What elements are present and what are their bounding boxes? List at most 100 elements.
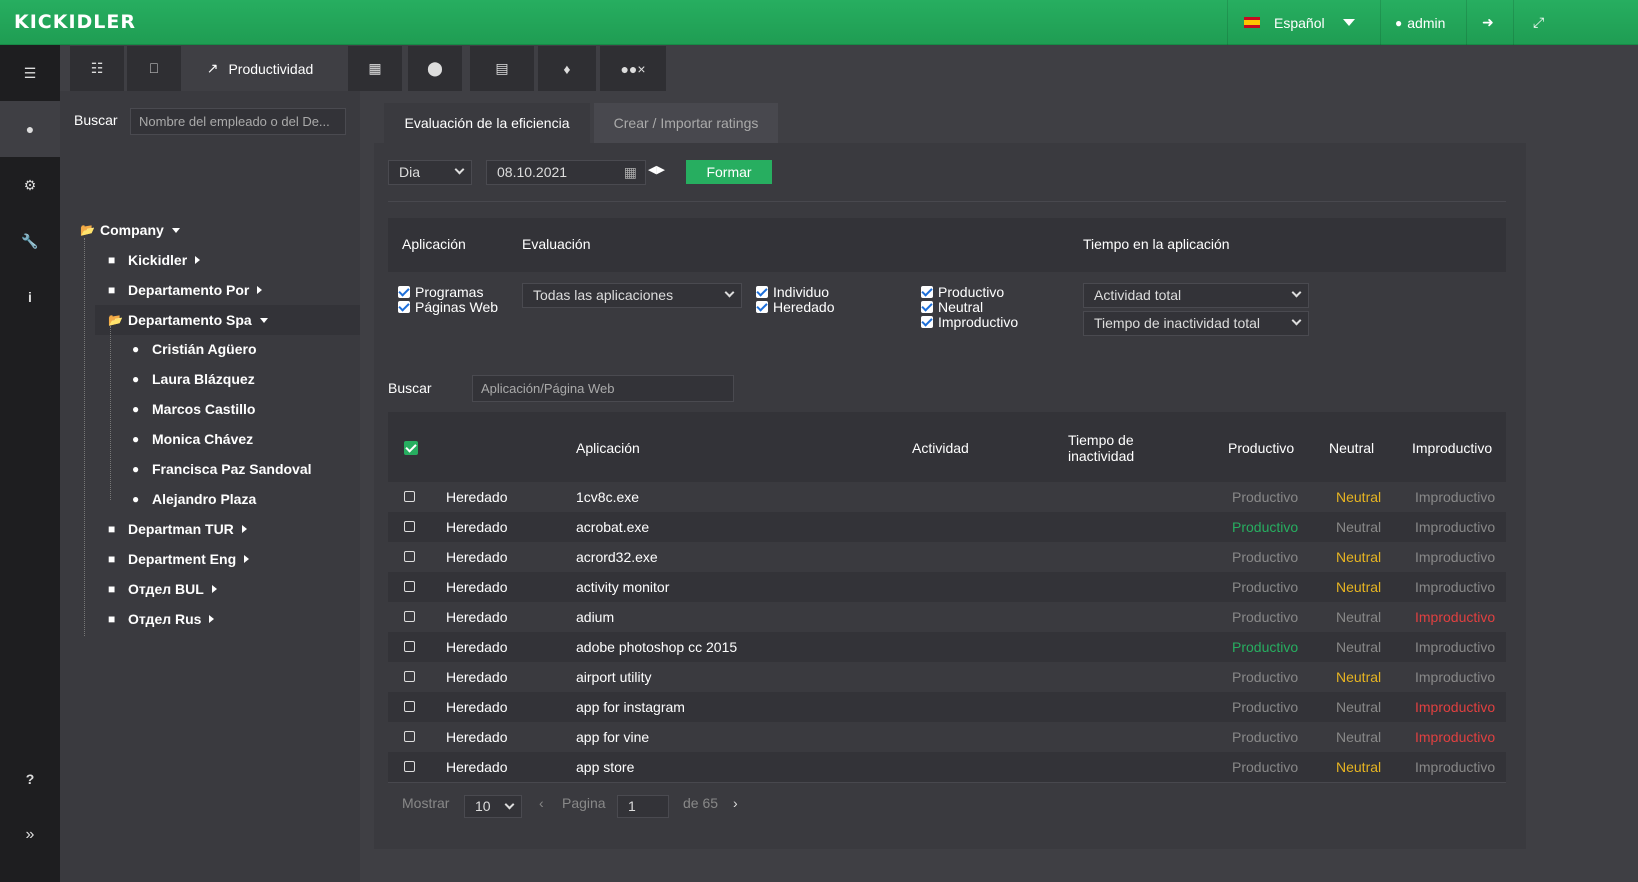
sidebar-item-settings[interactable]: ⚙ xyxy=(0,157,60,213)
next-page-icon[interactable]: › xyxy=(733,795,738,811)
table-row[interactable]: Heredado acrobat.exe Productivo Neutral Impr… xyxy=(388,512,1506,542)
tab-import-ratings[interactable]: Crear / Importar ratings xyxy=(594,103,778,143)
tab-monitor[interactable]: ⎕ xyxy=(127,46,181,91)
row-checkbox[interactable] xyxy=(404,491,415,502)
tree-node-department[interactable]: ■ Department Eng xyxy=(108,545,250,573)
rating-neutral[interactable]: Neutral xyxy=(1336,572,1381,602)
rating-productive[interactable]: Productivo xyxy=(1232,602,1298,632)
rating-neutral[interactable]: Neutral xyxy=(1336,632,1381,662)
row-checkbox[interactable] xyxy=(404,761,415,772)
table-row[interactable]: Heredado airport utility Productivo Neutral… xyxy=(388,662,1506,692)
row-checkbox[interactable] xyxy=(404,641,415,652)
rating-neutral[interactable]: Neutral xyxy=(1336,602,1381,632)
sidebar-item-info[interactable]: i xyxy=(0,269,60,325)
tree-node-employee[interactable]: ● Monica Chávez xyxy=(132,425,253,453)
apps-select[interactable]: Todas las aplicaciones xyxy=(522,283,742,308)
rating-unproductive[interactable]: Improductivo xyxy=(1415,662,1495,692)
sidebar-item-tools[interactable]: 🔧 xyxy=(0,213,60,269)
activity-select[interactable]: Actividad total xyxy=(1083,283,1309,308)
rating-neutral[interactable]: Neutral xyxy=(1336,692,1381,722)
rating-unproductive[interactable]: Improductivo xyxy=(1415,602,1495,632)
tab-notifications[interactable]: ♦ xyxy=(538,46,596,91)
row-checkbox[interactable] xyxy=(404,731,415,742)
row-checkbox[interactable] xyxy=(404,701,415,712)
rating-unproductive[interactable]: Improductivo xyxy=(1415,752,1495,782)
rating-productive[interactable]: Productivo xyxy=(1232,752,1298,782)
rating-neutral[interactable]: Neutral xyxy=(1336,752,1381,782)
rating-productive[interactable]: Productivo xyxy=(1232,632,1298,662)
row-checkbox[interactable] xyxy=(404,581,415,592)
checkbox-programs[interactable]: Programas xyxy=(398,284,483,300)
table-row[interactable]: Heredado acrord32.exe Productivo Neutral Imp… xyxy=(388,542,1506,572)
fullscreen-button[interactable]: ⤢ xyxy=(1533,0,1549,45)
col-header-neutral[interactable]: Neutral xyxy=(1329,440,1374,456)
rating-unproductive[interactable]: Improductivo xyxy=(1415,632,1495,662)
language-selector[interactable]: Español xyxy=(1244,0,1384,45)
table-row[interactable]: Heredado 1cv8c.exe Productivo Neutral Improd… xyxy=(388,482,1506,512)
tab-productivity[interactable]: ↗ Productividad xyxy=(186,46,334,91)
rating-unproductive[interactable]: Improductivo xyxy=(1415,722,1495,752)
col-header-app[interactable]: Aplicación xyxy=(576,440,640,456)
rating-neutral[interactable]: Neutral xyxy=(1336,662,1381,692)
tab-efficiency[interactable]: Evaluación de la eficiencia xyxy=(384,103,590,143)
rating-productive[interactable]: Productivo xyxy=(1232,662,1298,692)
tree-node-department[interactable]: ■ Отдел Rus xyxy=(108,605,215,633)
tree-node-department[interactable]: ■ Departman TUR xyxy=(108,515,247,543)
sidebar-item-employees[interactable]: ● xyxy=(0,101,60,157)
checkbox-productive[interactable]: Productivo xyxy=(921,284,1004,300)
tab-toggle[interactable]: ⬤ xyxy=(408,46,462,91)
col-header-idle-line2[interactable]: inactividad xyxy=(1068,448,1134,464)
rating-unproductive[interactable]: Improductivo xyxy=(1415,572,1495,602)
tree-node-employee[interactable]: ● Marcos Castillo xyxy=(132,395,255,423)
logout-button[interactable]: ➜ xyxy=(1482,0,1498,45)
rating-neutral[interactable]: Neutral xyxy=(1336,482,1381,512)
rating-unproductive[interactable]: Improductivo xyxy=(1415,692,1495,722)
col-header-idle-line1[interactable]: Tiempo de xyxy=(1068,432,1134,448)
checkbox-unproductive[interactable]: Improductivo xyxy=(921,314,1018,330)
form-button[interactable]: Formar xyxy=(686,160,772,184)
tree-node-department[interactable]: ■ Отдел BUL xyxy=(108,575,217,603)
tree-root-company[interactable]: 📂 Company xyxy=(80,216,180,244)
table-row[interactable]: Heredado app for instagram Productivo Neutr… xyxy=(388,692,1506,722)
table-row[interactable]: Heredado activity monitor Productivo Neutra… xyxy=(388,572,1506,602)
table-row[interactable]: Heredado adobe photoshop cc 2015 Productiv… xyxy=(388,632,1506,662)
rating-neutral[interactable]: Neutral xyxy=(1336,722,1381,752)
tree-node-employee[interactable]: ● Cristián Agüero xyxy=(132,335,257,363)
help-button[interactable]: ? xyxy=(0,751,60,807)
checkbox-inherited[interactable]: Heredado xyxy=(756,299,835,315)
tree-node-department-selected[interactable]: 📂 Departamento Spa xyxy=(108,306,268,334)
rating-unproductive[interactable]: Improductivo xyxy=(1415,512,1495,542)
app-search-input[interactable]: Aplicación/Página Web xyxy=(472,375,734,402)
row-checkbox[interactable] xyxy=(404,551,415,562)
rating-unproductive[interactable]: Improductivo xyxy=(1415,482,1495,512)
rating-neutral[interactable]: Neutral xyxy=(1336,542,1381,572)
tree-node-employee[interactable]: ● Francisca Paz Sandoval xyxy=(132,455,312,483)
rating-productive[interactable]: Productivo xyxy=(1232,542,1298,572)
page-size-select[interactable]: 10 xyxy=(464,795,522,818)
rating-productive[interactable]: Productivo xyxy=(1232,692,1298,722)
expand-sidebar-button[interactable]: » xyxy=(0,807,60,863)
tab-structure[interactable]: ☷ xyxy=(70,46,124,91)
checkbox-neutral[interactable]: Neutral xyxy=(921,299,983,315)
checkbox-websites[interactable]: Páginas Web xyxy=(398,299,498,315)
user-menu[interactable]: ● admin xyxy=(1395,0,1465,45)
col-header-unproductive[interactable]: Improductivo xyxy=(1412,440,1492,456)
date-input[interactable]: 08.10.2021 ▦ xyxy=(486,160,646,185)
tree-search-input[interactable]: Nombre del empleado o del De... xyxy=(130,108,346,135)
tree-node-department[interactable]: ■ Departamento Por xyxy=(108,276,263,304)
rating-unproductive[interactable]: Improductivo xyxy=(1415,542,1495,572)
tree-node-employee[interactable]: ● Laura Blázquez xyxy=(132,365,255,393)
tab-calendar[interactable]: ▦ xyxy=(348,46,402,91)
rating-neutral[interactable]: Neutral xyxy=(1336,512,1381,542)
tree-node-employee[interactable]: ● Alejandro Plaza xyxy=(132,485,256,513)
checkbox-individual[interactable]: Individuo xyxy=(756,284,829,300)
rating-productive[interactable]: Productivo xyxy=(1232,512,1298,542)
tree-node-department[interactable]: ■ Kickidler xyxy=(108,246,201,274)
row-checkbox[interactable] xyxy=(404,611,415,622)
period-select[interactable]: Dia xyxy=(388,160,472,185)
rating-productive[interactable]: Productivo xyxy=(1232,482,1298,512)
rating-productive[interactable]: Productivo xyxy=(1232,722,1298,752)
tab-id-card[interactable]: ▤ xyxy=(470,46,534,91)
sidebar-item-list[interactable]: ☰ xyxy=(0,45,60,101)
select-all-checkbox[interactable] xyxy=(404,441,418,455)
